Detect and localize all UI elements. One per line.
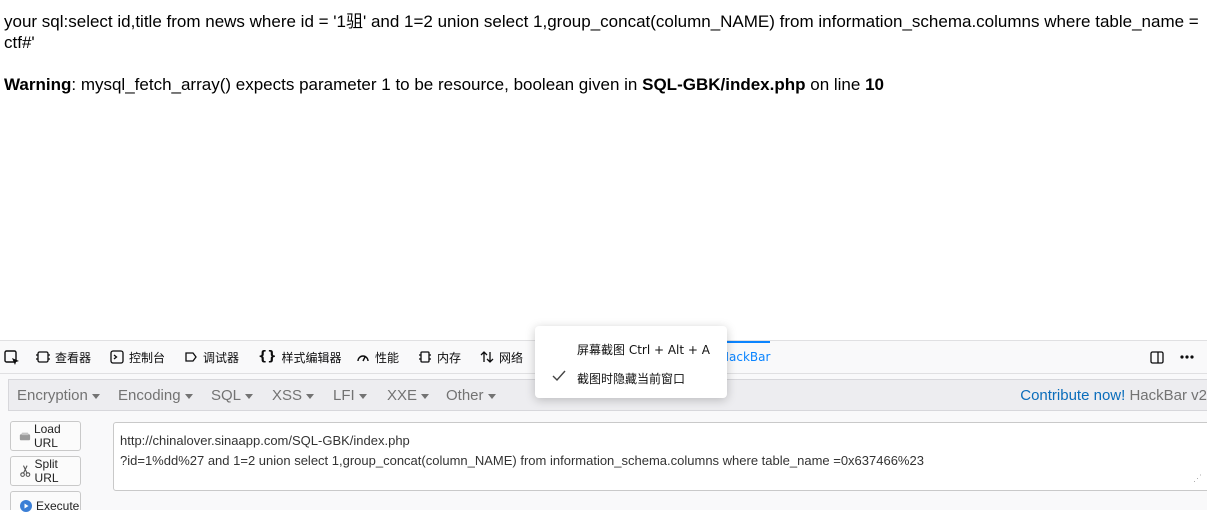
chevron-down-icon (245, 394, 254, 399)
console-icon (110, 350, 124, 364)
memory-icon (419, 351, 431, 363)
menu-lfi-label: LFI (333, 387, 355, 404)
hide-window-menu-item[interactable]: 截图时隐藏当前窗口 (577, 370, 685, 387)
toolbar-right-controls (1149, 341, 1207, 373)
debugger-icon (185, 352, 197, 362)
play-icon (20, 500, 32, 512)
menu-other[interactable]: Other (446, 387, 496, 404)
load-url-label: Load URL (33, 422, 61, 450)
tab-network[interactable]: 网络 (480, 341, 523, 373)
sql-statement: select id,title from news where id = '1驵… (4, 12, 1199, 52)
tab-hackbar-label: HackBar (720, 350, 771, 364)
menu-lfi[interactable]: LFI (333, 387, 367, 404)
execute-label: Execute (36, 499, 80, 513)
hackbar-version: HackBar v2 (1129, 387, 1207, 404)
sql-prefix: your sql: (4, 12, 69, 31)
menu-encryption-label: Encryption (17, 387, 88, 404)
sql-query-text: your sql:select id,title from news where… (4, 11, 1207, 53)
menu-other-label: Other (446, 387, 484, 404)
tab-style-editor[interactable]: {} 样式编辑器 (258, 341, 342, 373)
chevron-down-icon (306, 394, 315, 399)
hide-window-menu-label: 截图时隐藏当前窗口 (577, 372, 686, 386)
warning-file: SQL-GBK/index.php (642, 75, 806, 94)
tab-console-label: 控制台 (129, 350, 166, 365)
dock-side-icon[interactable] (1149, 349, 1165, 365)
execute-button[interactable]: Execute (10, 491, 81, 513)
contribute-notice: Contribute now! HackBar v2 (1020, 387, 1207, 404)
network-icon (480, 351, 494, 363)
tab-inspector-label: 查看器 (55, 350, 92, 365)
chevron-down-icon (421, 394, 430, 399)
checkmark-icon (552, 370, 566, 382)
warning-message: : mysql_fetch_array() expects parameter … (71, 75, 643, 94)
menu-xxe[interactable]: XXE (387, 387, 430, 404)
menu-encryption[interactable]: Encryption (17, 387, 100, 404)
php-warning: Warning: mysql_fetch_array() expects par… (4, 74, 884, 96)
page-content: your sql:select id,title from news where… (0, 0, 1207, 340)
chevron-down-icon (487, 394, 496, 399)
url-line-1: http://chinalover.sinaapp.com/SQL-GBK/in… (120, 433, 410, 448)
menu-xss-label: XSS (272, 387, 303, 404)
element-picker-icon[interactable] (4, 350, 20, 366)
resize-grip-icon[interactable]: ⋰ (1193, 468, 1202, 488)
split-url-label: Split URL (34, 457, 59, 485)
menu-sql[interactable]: SQL (211, 387, 254, 404)
split-url-button[interactable]: Split URL (10, 456, 81, 486)
screenshot-menu-label: 屏幕截图 Ctrl + Alt + A (577, 343, 710, 357)
menu-xxe-label: XXE (387, 387, 418, 404)
tab-performance[interactable]: 性能 (356, 341, 399, 373)
tab-console[interactable]: 控制台 (110, 341, 165, 373)
performance-icon (357, 355, 369, 362)
tab-network-label: 网络 (499, 350, 524, 365)
screenshot-popup-menu: 屏幕截图 Ctrl + Alt + A 截图时隐藏当前窗口 (535, 326, 727, 398)
chevron-down-icon (91, 394, 100, 399)
chevron-down-icon (358, 394, 367, 399)
load-url-button[interactable]: Load URL (10, 421, 81, 451)
warning-label: Warning (4, 75, 72, 94)
screenshot-menu-item[interactable]: 屏幕截图 Ctrl + Alt + A (577, 341, 710, 358)
tab-debugger[interactable]: 调试器 (184, 341, 239, 373)
menu-encoding-label: Encoding (118, 387, 181, 404)
url-line-2: ?id=1%dd%27 and 1=2 union select 1,group… (120, 453, 924, 468)
tab-memory[interactable]: 内存 (418, 341, 461, 373)
style-editor-icon: {} (258, 349, 277, 364)
load-url-icon (19, 432, 31, 441)
inspector-icon (36, 351, 50, 363)
tab-inspector[interactable]: 查看器 (36, 341, 91, 373)
scissors-icon (20, 465, 31, 477)
tab-performance-label: 性能 (375, 350, 400, 365)
menu-xss[interactable]: XSS (272, 387, 315, 404)
more-options-icon[interactable] (1179, 349, 1195, 365)
url-textarea[interactable]: http://chinalover.sinaapp.com/SQL-GBK/in… (113, 422, 1207, 491)
chevron-down-icon (184, 394, 193, 399)
tab-debugger-label: 调试器 (203, 350, 240, 365)
tab-memory-label: 内存 (437, 350, 462, 365)
warning-line-text: on line (805, 75, 866, 94)
tab-style-editor-label: 样式编辑器 (281, 350, 342, 365)
contribute-link[interactable]: Contribute now! (1020, 387, 1125, 404)
menu-encoding[interactable]: Encoding (118, 387, 193, 404)
warning-line-number: 10 (865, 75, 884, 94)
menu-sql-label: SQL (211, 387, 242, 404)
